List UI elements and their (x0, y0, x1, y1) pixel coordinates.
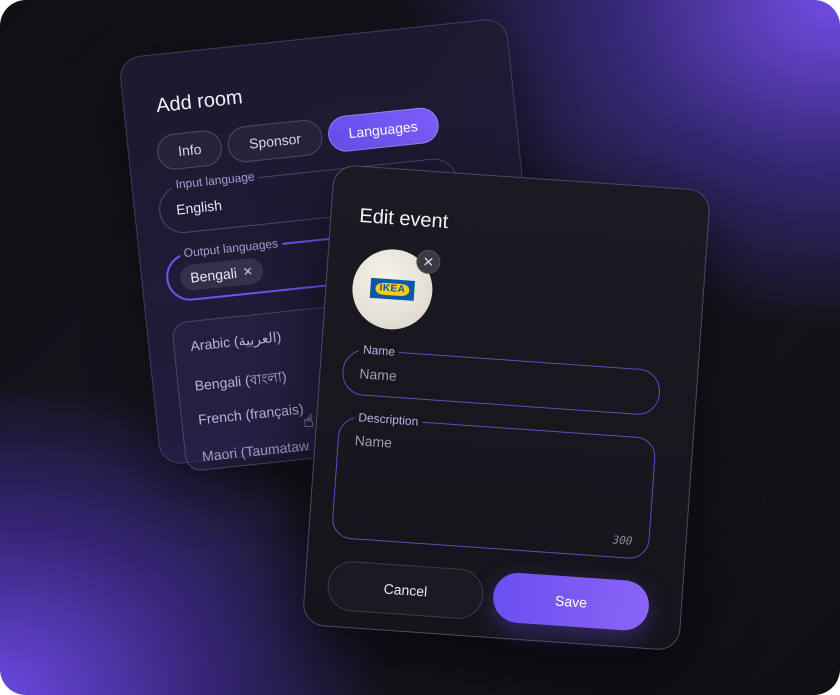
description-placeholder: Name (354, 432, 393, 451)
input-language-value: English (175, 196, 223, 218)
input-language-label: Input language (170, 168, 260, 193)
name-field[interactable]: Name Name (340, 342, 662, 417)
name-label: Name (358, 342, 400, 359)
chip-label: Bengali (189, 264, 238, 286)
edit-event-card: Edit event IKEA ✕ Name Name Description … (301, 164, 712, 652)
close-icon[interactable]: ✕ (242, 264, 253, 279)
name-placeholder: Name (358, 365, 398, 384)
tab-info[interactable]: Info (155, 128, 225, 172)
language-option-arabic[interactable]: Arabic (العربية) (190, 329, 282, 355)
language-option-maori[interactable]: Maori (Taumataw (201, 437, 309, 464)
output-languages-label: Output languages (179, 235, 283, 261)
remove-logo-close-icon[interactable]: ✕ (415, 249, 442, 275)
edit-event-title: Edit event (358, 204, 449, 234)
description-label: Description (353, 410, 423, 429)
ikea-logo: IKEA (369, 277, 416, 301)
add-room-title: Add room (155, 86, 244, 118)
language-option-bengali[interactable]: Bengali (বাংলা) ☝ (193, 365, 315, 431)
background: Add room Info Sponsor Languages Input la… (0, 0, 840, 695)
language-option-bengali-label: Bengali (বাংলা) (193, 368, 288, 394)
tab-sponsor[interactable]: Sponsor (226, 118, 324, 164)
character-counter: 300 (612, 533, 633, 548)
cancel-button[interactable]: Cancel (325, 559, 486, 621)
language-option-french[interactable]: French (français) (197, 401, 304, 428)
save-button[interactable]: Save (491, 571, 651, 632)
language-chip-bengali: Bengali ✕ (179, 257, 265, 292)
description-field[interactable]: Description Name 300 (330, 410, 657, 560)
tab-languages[interactable]: Languages (325, 105, 441, 154)
